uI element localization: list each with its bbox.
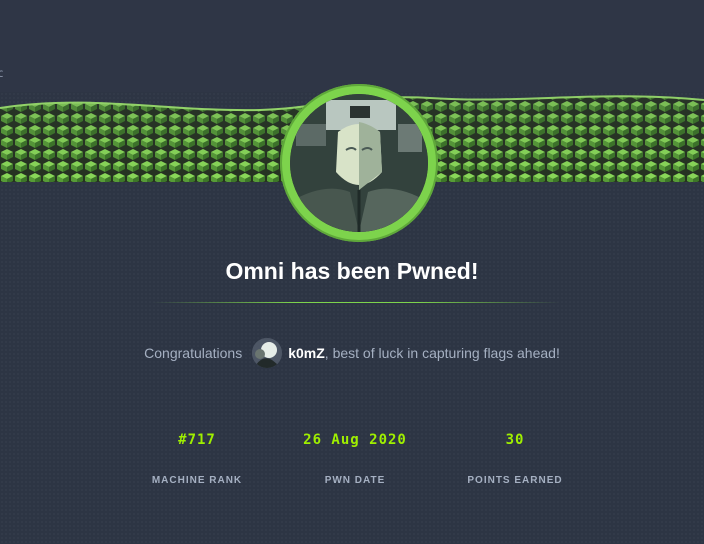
page-background: C Omni has been Pwned! Congratulations k… — [0, 0, 704, 544]
pwn-date-value: 26 Aug 2020 — [303, 432, 407, 448]
divider — [152, 302, 560, 303]
congrats-prefix: Congratulations — [144, 345, 243, 361]
page-title: Omni has been Pwned! — [225, 258, 479, 284]
pwn-date-stat: 26 Aug 2020 PWN DATE — [275, 432, 435, 486]
robot-face-icon — [290, 94, 428, 232]
congrats-suffix: , best of luck in capturing flags ahead! — [324, 345, 560, 361]
points-earned-stat: 30 POINTS EARNED — [435, 432, 595, 486]
machine-rank-value: #717 — [178, 432, 216, 448]
congratulations-message: Congratulations k0mZ , best of luck in c… — [0, 338, 704, 368]
machine-rank-stat: #717 MACHINE RANK — [117, 432, 277, 486]
points-earned-value: 30 — [505, 432, 525, 448]
machine-rank-label: MACHINE RANK — [151, 475, 243, 486]
username-link[interactable]: k0mZ — [288, 345, 325, 361]
machine-avatar — [280, 84, 438, 242]
top-band — [0, 0, 704, 92]
pwn-date-label: PWN DATE — [324, 475, 386, 486]
user-avatar[interactable] — [252, 338, 283, 368]
corner-text: C — [0, 70, 4, 80]
points-earned-label: POINTS EARNED — [467, 475, 563, 486]
